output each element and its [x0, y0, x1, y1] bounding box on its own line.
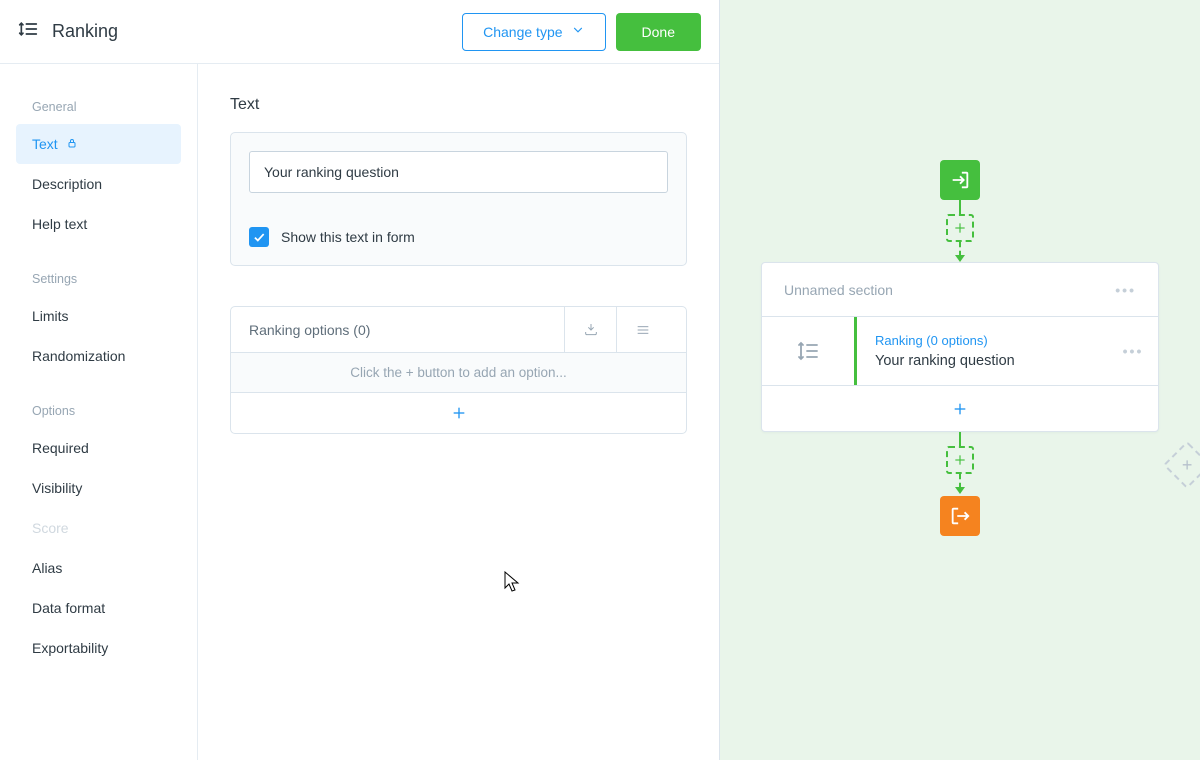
- sidebar-item-limits[interactable]: Limits: [0, 296, 197, 336]
- flow-insert-before[interactable]: [946, 214, 974, 242]
- arrow-down-icon: [955, 487, 965, 494]
- sidebar-group-settings: Settings: [0, 264, 197, 296]
- options-empty-text: Click the + button to add an option...: [231, 353, 686, 393]
- question-menu-button[interactable]: •••: [1123, 343, 1144, 359]
- ranking-icon: [762, 317, 854, 385]
- sidebar-item-alias[interactable]: Alias: [0, 548, 197, 588]
- flow-start-node[interactable]: [940, 160, 980, 200]
- sidebar-item-help-text[interactable]: Help text: [0, 204, 197, 244]
- cursor-icon: [504, 571, 520, 596]
- import-options-button[interactable]: [564, 307, 616, 353]
- main-panel: Text Show this text in form Ranking op: [198, 64, 719, 760]
- done-button[interactable]: Done: [616, 13, 701, 51]
- section-name: Unnamed section: [784, 282, 893, 298]
- flow-canvas[interactable]: Unnamed section ••• Ranking (0: [720, 0, 1200, 760]
- sidebar-item-score[interactable]: Score: [0, 508, 197, 548]
- flow-insert-after[interactable]: [946, 446, 974, 474]
- ranking-options-header: Ranking options (0): [249, 322, 370, 338]
- question-type-label: Ranking (0 options): [875, 333, 1090, 348]
- chevron-down-icon: [571, 23, 585, 40]
- ranking-icon: [18, 19, 38, 44]
- sidebar-item-description[interactable]: Description: [0, 164, 197, 204]
- sidebar-item-data-format[interactable]: Data format: [0, 588, 197, 628]
- sidebar: General Text Description Help text Setti…: [0, 64, 198, 760]
- show-in-form-label: Show this text in form: [281, 229, 415, 245]
- sidebar-item-randomization[interactable]: Randomization: [0, 336, 197, 376]
- section-card[interactable]: Unnamed section ••• Ranking (0: [761, 262, 1159, 432]
- ranking-options-card: Ranking options (0) Click the + button t…: [230, 306, 687, 434]
- question-row[interactable]: Ranking (0 options) Your ranking questio…: [762, 317, 1158, 385]
- reorder-options-button[interactable]: [616, 307, 668, 353]
- page-title: Ranking: [52, 21, 118, 42]
- sidebar-item-text[interactable]: Text: [16, 124, 181, 164]
- flow-end-node[interactable]: [940, 496, 980, 536]
- editor-header: Ranking Change type Done: [0, 0, 719, 64]
- show-in-form-checkbox[interactable]: [249, 227, 269, 247]
- section-menu-button[interactable]: •••: [1115, 282, 1136, 298]
- section-add-question[interactable]: [762, 385, 1158, 431]
- sidebar-group-general: General: [0, 92, 197, 124]
- sidebar-item-exportability[interactable]: Exportability: [0, 628, 197, 668]
- question-text-preview: Your ranking question: [875, 353, 1090, 369]
- question-text-input[interactable]: [249, 151, 668, 193]
- sidebar-group-options: Options: [0, 396, 197, 428]
- text-section-title: Text: [230, 96, 687, 114]
- arrow-down-icon: [955, 255, 965, 262]
- sidebar-item-visibility[interactable]: Visibility: [0, 468, 197, 508]
- sidebar-item-required[interactable]: Required: [0, 428, 197, 468]
- add-option-button[interactable]: [231, 393, 686, 433]
- text-card: Show this text in form: [230, 132, 687, 266]
- change-type-button[interactable]: Change type: [462, 13, 605, 51]
- lock-icon: [66, 136, 78, 152]
